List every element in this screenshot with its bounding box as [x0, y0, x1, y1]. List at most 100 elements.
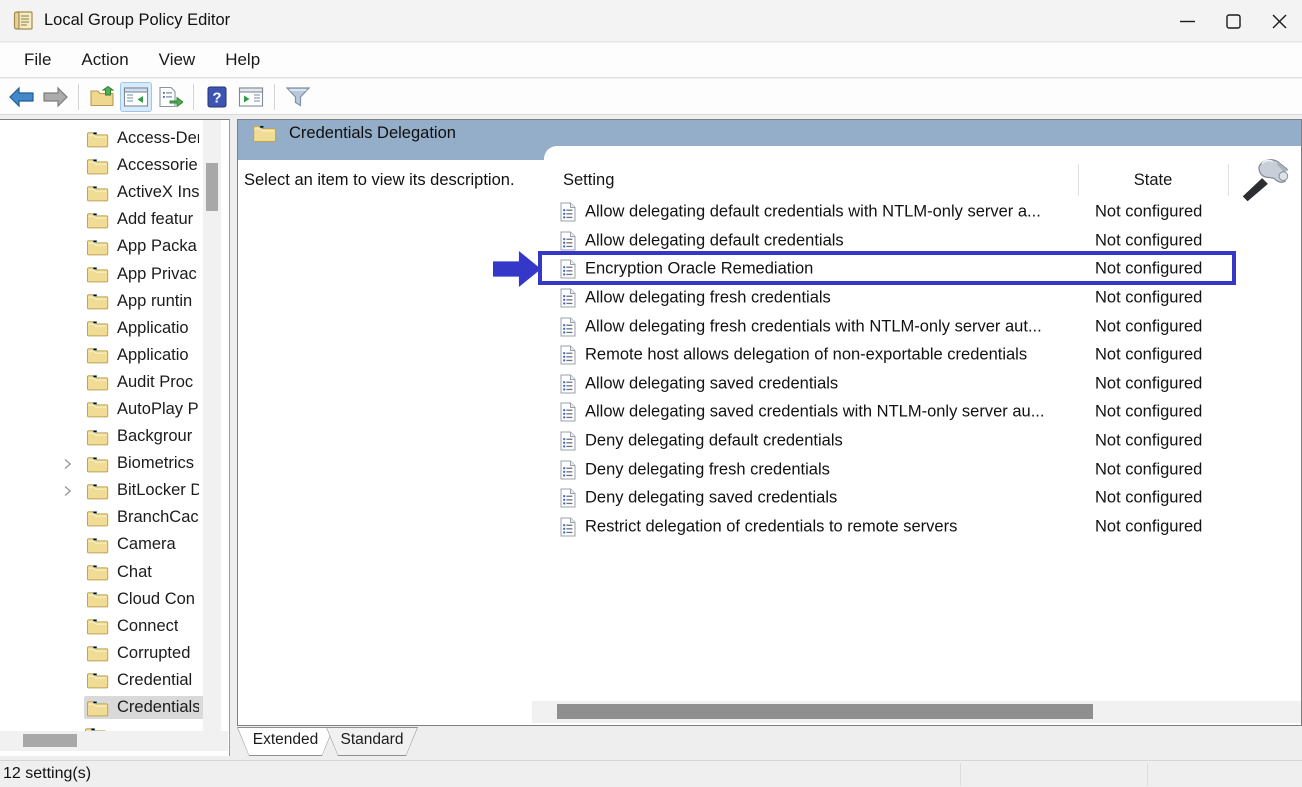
folder-icon — [86, 644, 109, 662]
menu-help[interactable]: Help — [211, 46, 274, 74]
tree-item[interactable]: BitLocker D — [0, 477, 204, 504]
tree-item[interactable]: Applicatio — [0, 342, 204, 369]
tree-item-label: Camera — [117, 535, 176, 554]
policy-setting-name: Allow delegating default credentials — [585, 231, 844, 250]
policy-row[interactable]: Deny delegating saved credentialsNot con… — [238, 484, 1301, 513]
view-tabstrip: Extended Standard — [237, 727, 410, 756]
tree-item[interactable]: AutoPlay P — [0, 396, 204, 423]
tree-item-label: Applicatio — [117, 319, 189, 338]
policy-row[interactable]: Allow delegating saved credentials with … — [238, 398, 1301, 427]
minimize-button[interactable] — [1164, 0, 1210, 42]
tree-item-label: App Packa — [117, 237, 197, 256]
column-header-setting[interactable]: Setting — [563, 171, 614, 190]
policy-row[interactable]: Deny delegating default credentialsNot c… — [238, 427, 1301, 456]
tree-item-label: Chat — [117, 563, 152, 582]
tree-item[interactable]: App Packa — [0, 233, 204, 260]
gpedit-scroll-icon — [13, 10, 34, 31]
tab-extended[interactable]: Extended — [237, 727, 334, 756]
folder-icon — [86, 400, 109, 418]
policy-setting-name: Remote host allows delegation of non-exp… — [585, 346, 1027, 365]
tree-item-label: Accessorie — [117, 156, 198, 175]
folder-icon — [86, 509, 109, 527]
tree-item[interactable]: Corrupted — [0, 640, 204, 667]
expand-chevron-icon[interactable] — [62, 485, 73, 497]
up-one-level-button[interactable] — [86, 82, 118, 112]
tree-item[interactable]: Connect — [0, 613, 204, 640]
policy-row[interactable]: Remote host allows delegation of non-exp… — [238, 341, 1301, 370]
tree-item[interactable]: Add featur — [0, 206, 204, 233]
folder-icon — [86, 346, 109, 364]
tree-item[interactable]: Camera — [0, 531, 204, 558]
tree-vertical-scrollbar-thumb[interactable] — [206, 163, 218, 211]
policy-row[interactable]: Deny delegating fresh credentialsNot con… — [238, 455, 1301, 484]
list-horizontal-scrollbar[interactable] — [532, 701, 1301, 723]
list-horizontal-scrollbar-thumb[interactable] — [557, 704, 1093, 719]
policy-row[interactable]: Allow delegating saved credentialsNot co… — [238, 370, 1301, 399]
tree-item-label: Connect — [117, 617, 178, 636]
tree-item[interactable]: Credential — [0, 667, 204, 694]
tree-item[interactable]: Access-Den — [0, 125, 204, 152]
tree-item-label: App runtin — [117, 292, 192, 311]
tree-item-label: Biometrics — [117, 454, 194, 473]
help-button[interactable]: ? — [201, 82, 233, 112]
tree-item[interactable]: Audit Proc — [0, 369, 204, 396]
column-divider[interactable] — [1228, 164, 1229, 196]
menu-view[interactable]: View — [145, 46, 210, 74]
show-console-tree-button[interactable] — [120, 82, 152, 112]
pane-header-band: Credentials Delegation — [238, 120, 1301, 146]
show-action-pane-button[interactable] — [235, 82, 267, 112]
policy-row[interactable]: Allow delegating default credentials wit… — [238, 198, 1301, 227]
policy-setting-name: Allow delegating fresh credentials with … — [585, 317, 1042, 336]
tree-item[interactable]: BranchCac — [0, 504, 204, 531]
list-rounded-corner — [544, 146, 1301, 161]
tree-item[interactable]: Biometrics — [0, 450, 204, 477]
tree-item[interactable]: Cloud Con — [0, 586, 204, 613]
policy-row[interactable]: Restrict delegation of credentials to re… — [238, 513, 1301, 542]
export-list-button[interactable] — [154, 82, 186, 112]
policy-row[interactable]: Allow delegating fresh credentials with … — [238, 312, 1301, 341]
policy-state: Not configured — [1095, 260, 1202, 279]
status-settings-count: 12 setting(s) — [3, 765, 91, 783]
statusbar: 12 setting(s) — [0, 760, 1302, 787]
tree-item[interactable]: Chat — [0, 559, 204, 586]
tree-item[interactable]: App Privac — [0, 260, 204, 287]
expand-chevron-icon[interactable] — [62, 458, 73, 470]
back-button[interactable] — [5, 82, 37, 112]
policy-row[interactable]: Allow delegating default credentialsNot … — [238, 227, 1301, 256]
policy-state: Not configured — [1095, 432, 1202, 451]
tree-horizontal-scrollbar[interactable] — [0, 731, 228, 751]
folder-icon — [86, 428, 109, 446]
folder-icon — [86, 292, 109, 310]
maximize-button[interactable] — [1210, 0, 1256, 42]
folder-icon — [86, 157, 109, 175]
policy-setting-name: Allow delegating saved credentials with … — [585, 403, 1044, 422]
tree-item[interactable]: Applicatio — [0, 315, 204, 342]
tree-horizontal-scrollbar-thumb[interactable] — [23, 734, 77, 747]
policy-row[interactable]: Encryption Oracle RemediationNot configu… — [238, 255, 1301, 284]
tree-item[interactable]: Backgrour — [0, 423, 204, 450]
policy-state: Not configured — [1095, 460, 1202, 479]
folder-icon — [86, 671, 109, 689]
menu-action[interactable]: Action — [67, 46, 142, 74]
tab-standard[interactable]: Standard — [326, 727, 418, 756]
forward-button[interactable] — [39, 82, 71, 112]
filter-button[interactable] — [282, 82, 314, 112]
policy-row[interactable]: Allow delegating fresh credentialsNot co… — [238, 284, 1301, 313]
tree-item-label: BranchCac — [117, 508, 199, 527]
column-header-state[interactable]: State — [1078, 171, 1228, 190]
tree-item[interactable]: ActiveX Ins — [0, 179, 204, 206]
tree-vertical-scrollbar[interactable] — [203, 120, 221, 731]
tree-item[interactable]: App runtin — [0, 288, 204, 315]
tree-item-label: Backgrour — [117, 427, 192, 446]
tree-item[interactable]: Accessorie — [0, 152, 204, 179]
menu-file[interactable]: File — [10, 46, 65, 74]
close-button[interactable] — [1256, 0, 1302, 42]
tree-item-partial[interactable] — [0, 721, 204, 731]
tree-item-label: App Privac — [117, 265, 197, 284]
toolbar-separator — [274, 84, 275, 110]
tree-item[interactable]: Credentials — [0, 694, 204, 721]
policy-setting-name: Restrict delegation of credentials to re… — [585, 517, 957, 536]
policy-setting-icon — [560, 202, 576, 222]
policy-setting-icon — [560, 488, 576, 508]
svg-text:?: ? — [212, 89, 221, 106]
